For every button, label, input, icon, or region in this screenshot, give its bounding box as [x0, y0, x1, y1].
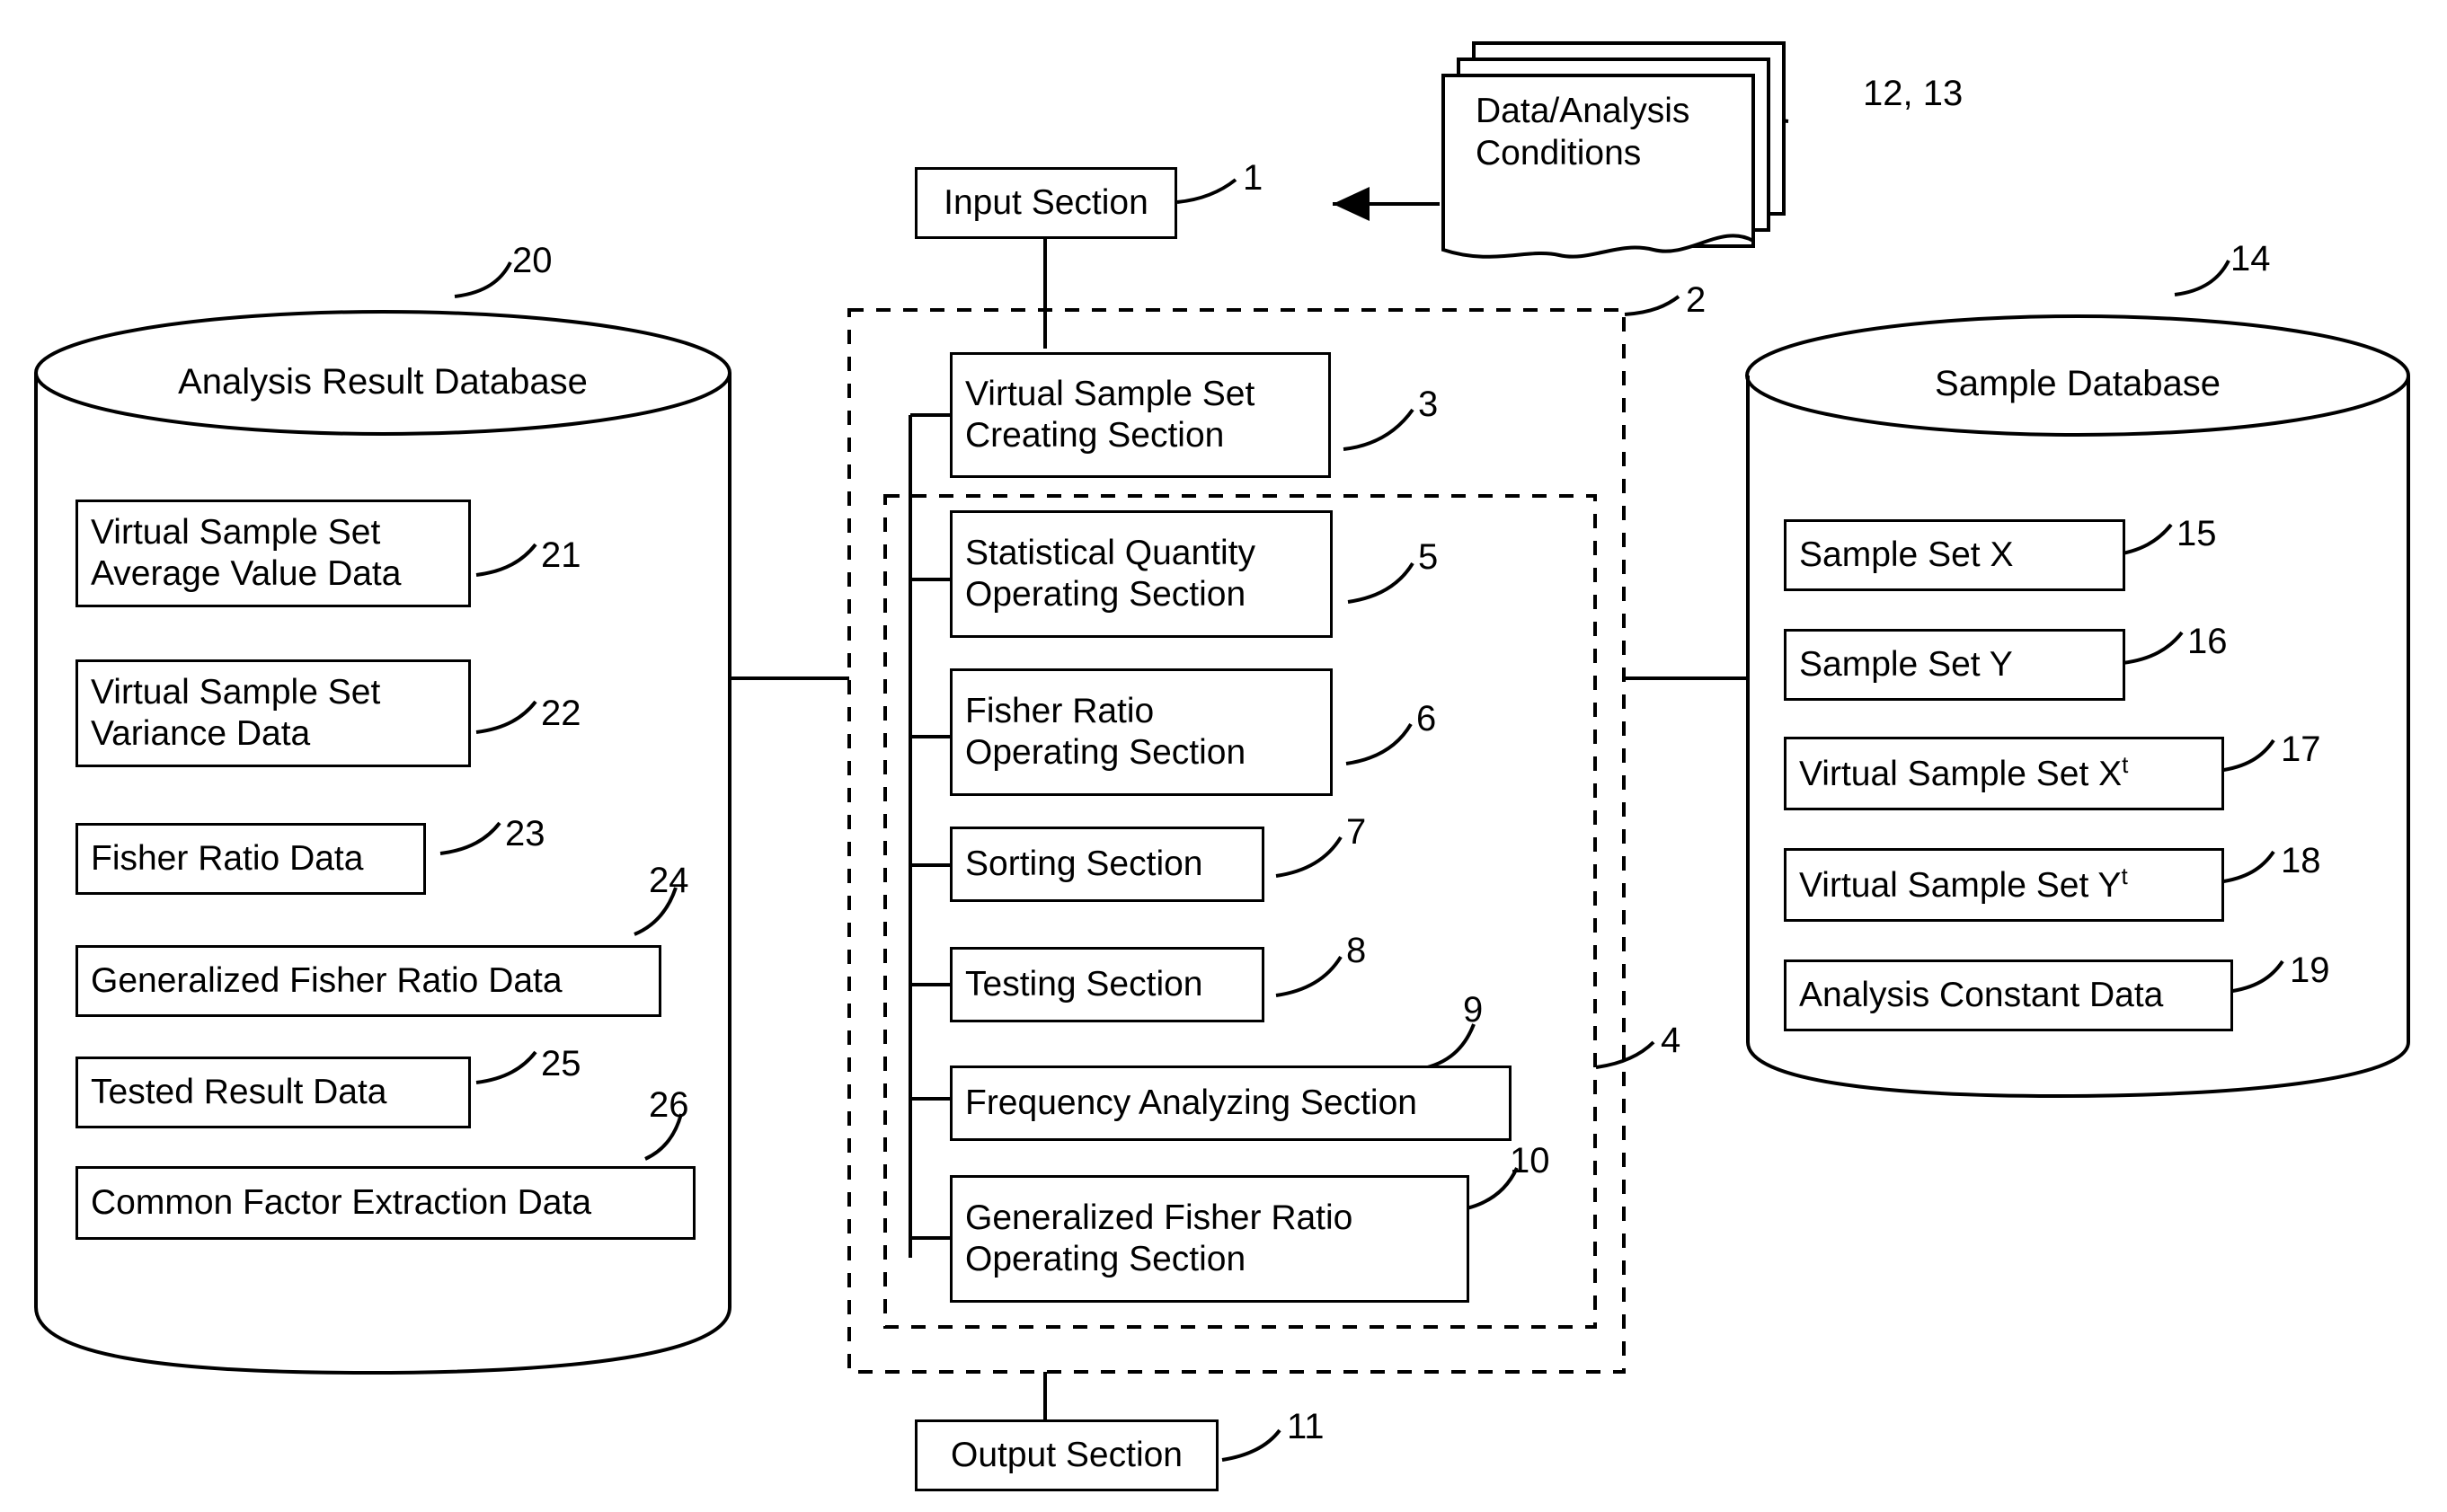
db-item-label: Common Factor Extraction Data: [91, 1182, 592, 1222]
analysis-result-database-title: Analysis Result Database: [178, 362, 588, 402]
node-output-section-label: Output Section: [951, 1435, 1183, 1474]
db-item-label: Virtual Sample Set Variance Data: [91, 672, 381, 753]
db-item-analysis-constant-data[interactable]: Analysis Constant Data: [1784, 959, 2233, 1031]
ref-1: 1: [1243, 158, 1263, 198]
db-item-label: Generalized Fisher Ratio Data: [91, 960, 563, 1000]
ref-18: 18: [2281, 841, 2321, 880]
ref-15: 15: [2177, 514, 2217, 553]
ref-17: 17: [2281, 729, 2321, 769]
db-item-label: Sample Set Y: [1799, 644, 2013, 684]
db-item-virtual-sample-set-yt[interactable]: Virtual Sample Set Yt: [1784, 848, 2224, 922]
node-data-analysis-conditions-label: Data/Analysis Conditions: [1476, 92, 1690, 172]
node-testing-section-label: Testing Section: [965, 964, 1203, 1004]
node-sorting-section-label: Sorting Section: [965, 844, 1203, 883]
ref-14: 14: [2230, 239, 2271, 279]
node-input-section-label: Input Section: [944, 182, 1148, 222]
ref-22: 22: [541, 694, 581, 733]
db-item-virtual-sample-set-variance-data[interactable]: Virtual Sample Set Variance Data: [75, 659, 471, 767]
node-sorting-section[interactable]: Sorting Section: [950, 827, 1264, 902]
db-item-label: Tested Result Data: [91, 1072, 387, 1111]
db-item-common-factor-extraction-data[interactable]: Common Factor Extraction Data: [75, 1166, 696, 1240]
sample-database-title: Sample Database: [1935, 364, 2221, 403]
ref-24: 24: [649, 861, 689, 900]
db-item-label: Virtual Sample Set Average Value Data: [91, 512, 402, 593]
db-item-sample-set-x[interactable]: Sample Set X: [1784, 519, 2125, 591]
superscript-t: t: [2122, 751, 2129, 779]
node-fisher-ratio-operating-section-label: Fisher Ratio Operating Section: [965, 691, 1246, 772]
ref-21: 21: [541, 535, 581, 575]
node-generalized-fisher-ratio-operating-section-label: Generalized Fisher Ratio Operating Secti…: [965, 1198, 1353, 1278]
superscript-t: t: [2121, 862, 2128, 890]
node-input-section[interactable]: Input Section: [915, 167, 1177, 239]
ref-2: 2: [1686, 280, 1707, 320]
db-item-label: Virtual Sample Set Yt: [1799, 862, 2128, 906]
ref-4: 4: [1661, 1021, 1681, 1060]
ref-19: 19: [2290, 951, 2330, 990]
ref-16: 16: [2187, 622, 2228, 661]
node-output-section[interactable]: Output Section: [915, 1419, 1219, 1491]
ref-10: 10: [1510, 1141, 1550, 1180]
node-virtual-sample-set-creating-section[interactable]: Virtual Sample Set Creating Section: [950, 352, 1331, 478]
db-item-label: Analysis Constant Data: [1799, 975, 2164, 1014]
db-item-virtual-sample-set-average-value-data[interactable]: Virtual Sample Set Average Value Data: [75, 500, 471, 607]
ref-11: 11: [1287, 1407, 1325, 1446]
db-item-sample-set-y[interactable]: Sample Set Y: [1784, 629, 2125, 701]
ref-26: 26: [649, 1085, 689, 1125]
ref-20: 20: [512, 241, 553, 280]
db-item-label: Fisher Ratio Data: [91, 838, 364, 878]
db-item-label: Virtual Sample Set Xt: [1799, 751, 2129, 794]
node-generalized-fisher-ratio-operating-section[interactable]: Generalized Fisher Ratio Operating Secti…: [950, 1175, 1469, 1303]
ref-3: 3: [1418, 385, 1439, 424]
db-item-tested-result-data[interactable]: Tested Result Data: [75, 1057, 471, 1128]
node-statistical-quantity-operating-section[interactable]: Statistical Quantity Operating Section: [950, 510, 1333, 638]
node-fisher-ratio-operating-section[interactable]: Fisher Ratio Operating Section: [950, 668, 1333, 796]
ref-9: 9: [1463, 990, 1484, 1030]
ref-7: 7: [1346, 812, 1367, 852]
ref-6: 6: [1416, 699, 1437, 738]
node-virtual-sample-set-creating-section-label: Virtual Sample Set Creating Section: [965, 374, 1255, 455]
node-frequency-analyzing-section-label: Frequency Analyzing Section: [965, 1083, 1417, 1122]
diagram-canvas: Input Section 1 Data/Analysis Conditions…: [0, 0, 2447, 1512]
db-item-virtual-sample-set-xt[interactable]: Virtual Sample Set Xt: [1784, 737, 2224, 810]
db-item-generalized-fisher-ratio-data[interactable]: Generalized Fisher Ratio Data: [75, 945, 661, 1017]
db-item-fisher-ratio-data[interactable]: Fisher Ratio Data: [75, 823, 426, 895]
ref-8: 8: [1346, 931, 1367, 970]
ref-25: 25: [541, 1044, 581, 1083]
ref-5: 5: [1418, 537, 1439, 577]
node-frequency-analyzing-section[interactable]: Frequency Analyzing Section: [950, 1065, 1512, 1141]
node-testing-section[interactable]: Testing Section: [950, 947, 1264, 1022]
ref-12-13: 12, 13: [1863, 74, 1964, 113]
db-item-label: Sample Set X: [1799, 535, 2014, 574]
node-statistical-quantity-operating-section-label: Statistical Quantity Operating Section: [965, 533, 1255, 614]
ref-23: 23: [505, 814, 545, 853]
